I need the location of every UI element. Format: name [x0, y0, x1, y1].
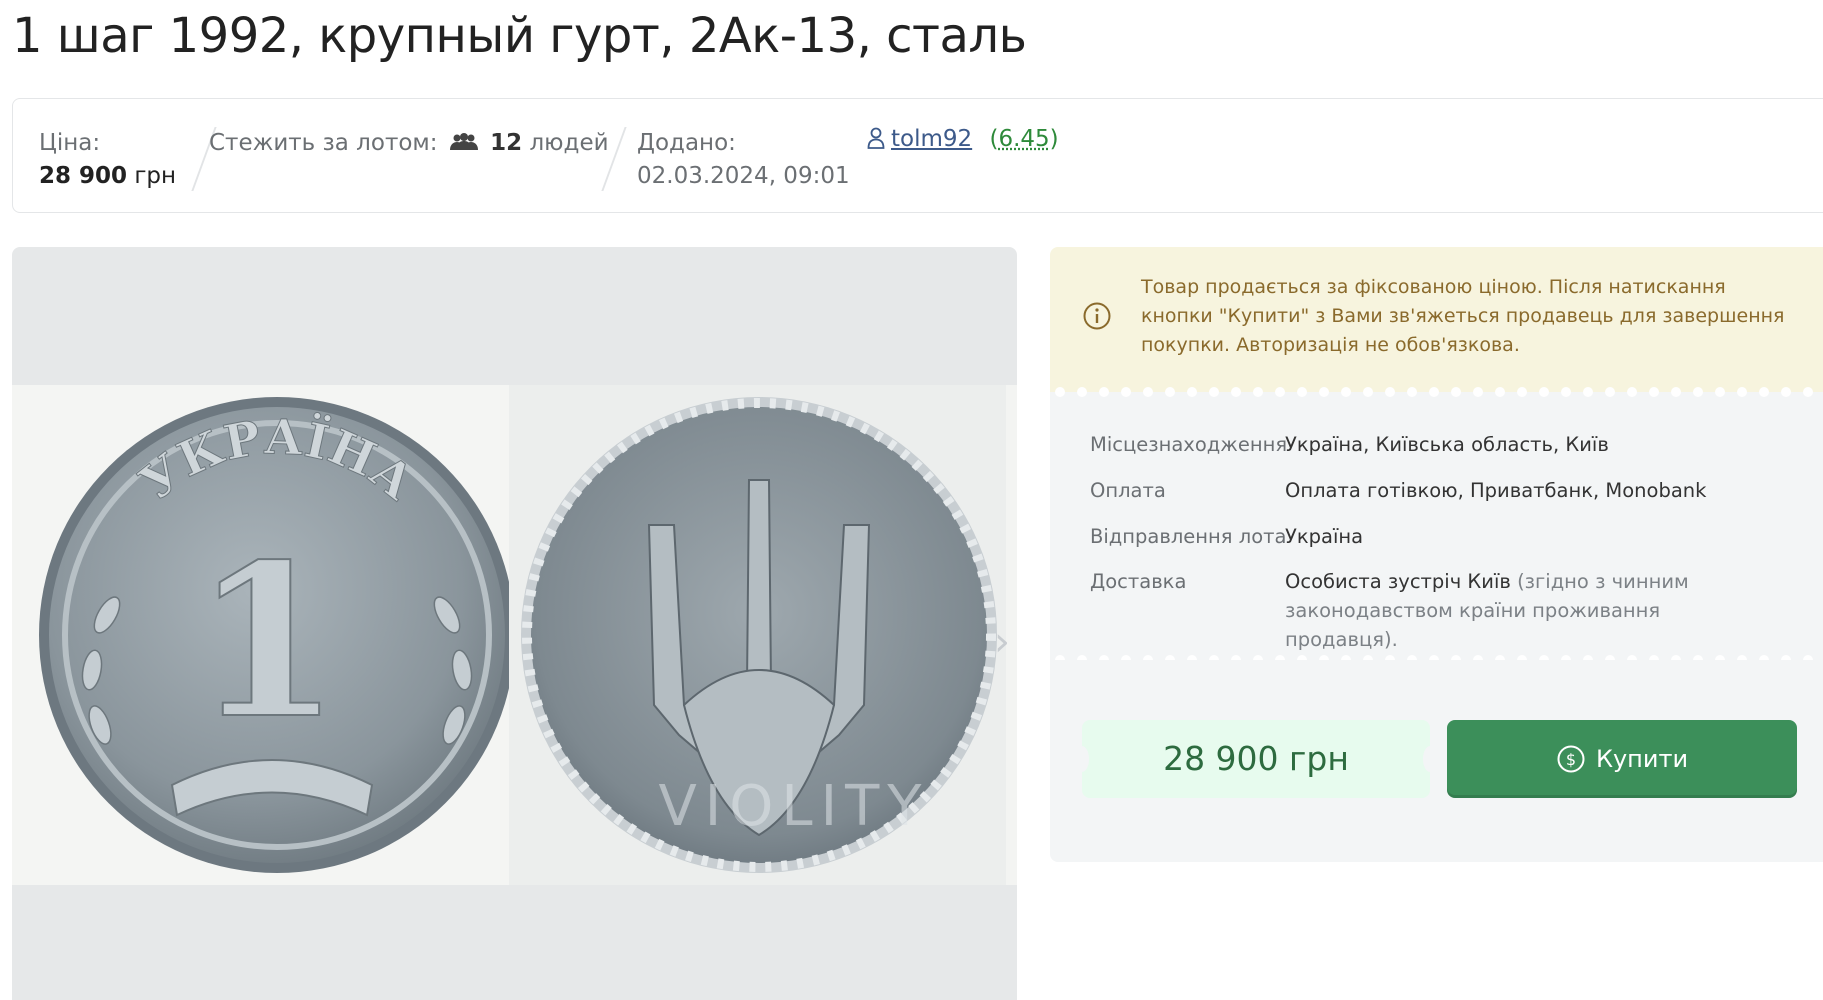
users-icon [449, 133, 478, 150]
buy-button-label: Купити [1595, 745, 1689, 773]
seller-link[interactable]: tolm92 [891, 126, 972, 152]
fixed-price-notice: Товар продається за фіксованою ціною. Пі… [1050, 247, 1823, 392]
edge-dot [1605, 387, 1615, 397]
details-key: Оплата [1090, 479, 1166, 502]
price-tag-notch [1423, 746, 1437, 772]
edge-dot [1517, 387, 1527, 397]
info-icon [1083, 302, 1111, 330]
edge-dot [1099, 387, 1109, 397]
edge-dot [1231, 387, 1241, 397]
edge-dot [1715, 387, 1725, 397]
rating-close-paren: ) [1049, 126, 1059, 152]
edge-dot [1671, 387, 1681, 397]
edge-dot [1385, 387, 1395, 397]
edge-dot [1143, 387, 1153, 397]
price-tag: 28 900 грн [1075, 720, 1437, 798]
edge-dot [1341, 387, 1351, 397]
price-value: 28 900 грн [39, 160, 176, 193]
edge-dot [1429, 387, 1439, 397]
edge-dot [1473, 387, 1483, 397]
coin-reverse: VIOLITY [509, 385, 1006, 885]
buy-panel: 28 900 грн $ Купити [1050, 660, 1823, 862]
added-date: 02.03.2024, 09:01 [637, 163, 850, 189]
edge-dot [1649, 387, 1659, 397]
edge-dot [1209, 387, 1219, 397]
price-number: 28 900 [39, 163, 128, 189]
details-key: Відправлення лота [1090, 525, 1287, 548]
watchers-block: Стежить за лотом: 12 людей [209, 127, 609, 160]
details-value: Особиста зустріч Київ (згідно з чинним з… [1285, 567, 1735, 654]
edge-dot [1253, 387, 1263, 397]
coin-obverse: УКРАЇНА 1 [12, 385, 515, 885]
added-block: Додано: 02.03.2024, 09:01 [637, 127, 850, 193]
edge-dot [1737, 387, 1747, 397]
edge-dot [1363, 387, 1373, 397]
edge-dot [1451, 387, 1461, 397]
gallery-next-button[interactable]: › [987, 607, 1017, 677]
price-label: Ціна: [39, 130, 101, 156]
details-value: Оплата готівкою, Приватбанк, Monobank [1285, 479, 1707, 502]
lot-title: 1 шаг 1992, крупный гурт, 2Ак-13, сталь [12, 8, 1027, 64]
edge-dot [1759, 387, 1769, 397]
details-value: Україна, Київська область, Київ [1285, 433, 1609, 456]
edge-dot [1077, 387, 1087, 397]
chevron-right-icon: › [994, 619, 1010, 665]
buy-button[interactable]: $ Купити [1447, 720, 1797, 798]
edge-dot [1121, 387, 1131, 397]
edge-dot [1055, 387, 1065, 397]
lot-details: Місцезнаходження Україна, Київська облас… [1050, 400, 1823, 655]
coin-denomination: 1 [194, 518, 340, 765]
watchers-line: Стежить за лотом: 12 людей [209, 127, 609, 160]
buy-price: 28 900 грн [1163, 739, 1349, 778]
edge-dot [1803, 387, 1813, 397]
delivery-method: Особиста зустріч Київ [1285, 570, 1511, 593]
edge-dot [1561, 387, 1571, 397]
edge-dot [1583, 387, 1593, 397]
watermark: VIOLITY [658, 774, 929, 839]
seller-info: tolm92 (6.45) [867, 126, 1059, 152]
photo-gallery[interactable]: УКРАЇНА 1 VIOLITY › [12, 247, 1017, 1000]
person-icon [867, 127, 885, 149]
dollar-circle-icon: $ [1557, 745, 1585, 773]
watchers-count: 12 [490, 130, 523, 156]
details-value: Україна [1285, 525, 1364, 548]
svg-text:$: $ [1566, 750, 1576, 769]
edge-dot [1407, 387, 1417, 397]
price-block: Ціна: 28 900 грн [39, 127, 176, 193]
lot-info-bar: Ціна: 28 900 грн Стежить за лотом: 12 лю… [12, 98, 1823, 213]
edge-dot [1495, 387, 1505, 397]
details-key: Доставка [1090, 570, 1187, 593]
edge-dot [1693, 387, 1703, 397]
coin-obverse-image: УКРАЇНА 1 [39, 397, 515, 873]
notice-dotted-edge [1050, 384, 1823, 400]
edge-dot [1539, 387, 1549, 397]
seller-rating: (6.45) [989, 126, 1058, 152]
edge-dot [1781, 387, 1791, 397]
added-label: Додано: [637, 130, 736, 156]
edge-dot [1627, 387, 1637, 397]
edge-dot [1187, 387, 1197, 397]
edge-dot [1319, 387, 1329, 397]
seller-rating-value[interactable]: 6.45 [998, 126, 1049, 152]
watchers-label: Стежить за лотом: [209, 130, 438, 156]
edge-dot [1275, 387, 1285, 397]
notice-text: Товар продається за фіксованою ціною. Пі… [1141, 276, 1785, 356]
price-currency: грн [134, 163, 177, 189]
edge-dot [1165, 387, 1175, 397]
price-tag-notch [1075, 746, 1089, 772]
details-key: Місцезнаходження [1090, 433, 1288, 456]
edge-dot [1297, 387, 1307, 397]
watchers-unit: людей [529, 130, 609, 156]
coin-reverse-image: VIOLITY [521, 397, 997, 873]
coin-photo[interactable]: УКРАЇНА 1 VIOLITY [12, 385, 1017, 885]
